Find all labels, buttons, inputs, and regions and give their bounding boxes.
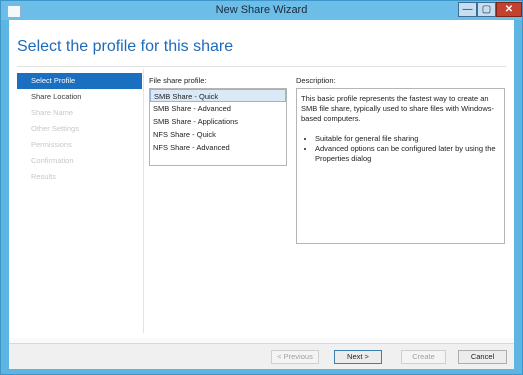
wizard-footer: < Previous Next > Create Cancel xyxy=(9,343,514,369)
profile-list-label: File share profile: xyxy=(149,76,207,85)
nav-divider xyxy=(143,69,144,333)
next-button[interactable]: Next > xyxy=(334,350,382,364)
cancel-button[interactable]: Cancel xyxy=(458,350,507,364)
step-confirmation: Confirmation xyxy=(31,156,74,165)
step-results: Results xyxy=(31,172,57,181)
description-text: This basic profile represents the fastes… xyxy=(301,94,494,123)
maximize-button[interactable]: ▢ xyxy=(477,2,496,17)
minimize-button[interactable]: — xyxy=(458,2,477,17)
profile-option-nfs-quick[interactable]: NFS Share - Quick xyxy=(150,128,286,141)
profile-option-nfs-advanced[interactable]: NFS Share - Advanced xyxy=(150,141,286,154)
create-button[interactable]: Create xyxy=(401,350,446,364)
wizard-header: Select the profile for this share xyxy=(9,20,514,62)
page-title: Select the profile for this share xyxy=(17,38,234,55)
description-label: Description: xyxy=(296,76,336,85)
wizard-steps-nav: Select Profile Share Location Share Name… xyxy=(17,73,142,333)
close-button[interactable]: ✕ xyxy=(496,2,522,17)
step-permissions: Permissions xyxy=(31,140,72,149)
wizard-body: Select Profile Share Location Share Name… xyxy=(9,68,514,336)
profile-option-smb-applications[interactable]: SMB Share - Applications xyxy=(150,115,286,128)
description-bullets: Suitable for general file sharing Advanc… xyxy=(301,134,500,164)
profile-listbox[interactable]: SMB Share - Quick SMB Share - Advanced S… xyxy=(149,88,287,166)
wizard-client-area: Select the profile for this share Select… xyxy=(9,20,514,369)
step-other-settings: Other Settings xyxy=(31,124,79,133)
description-bullet: Suitable for general file sharing xyxy=(315,134,500,144)
window-title: New Share Wizard xyxy=(215,4,308,16)
wizard-window: New Share Wizard — ▢ ✕ Select the profil… xyxy=(0,0,523,375)
profile-option-smb-quick[interactable]: SMB Share - Quick xyxy=(150,89,286,102)
step-share-location[interactable]: Share Location xyxy=(17,89,142,105)
previous-button[interactable]: < Previous xyxy=(271,350,319,364)
step-share-name: Share Name xyxy=(31,108,74,117)
description-bullet: Advanced options can be configured later… xyxy=(315,144,500,164)
title-bar[interactable]: New Share Wizard — ▢ ✕ xyxy=(1,1,522,20)
header-divider xyxy=(17,66,506,67)
step-select-profile[interactable]: Select Profile xyxy=(17,73,142,89)
description-box: This basic profile represents the fastes… xyxy=(296,88,505,244)
profile-option-smb-advanced[interactable]: SMB Share - Advanced xyxy=(150,102,286,115)
